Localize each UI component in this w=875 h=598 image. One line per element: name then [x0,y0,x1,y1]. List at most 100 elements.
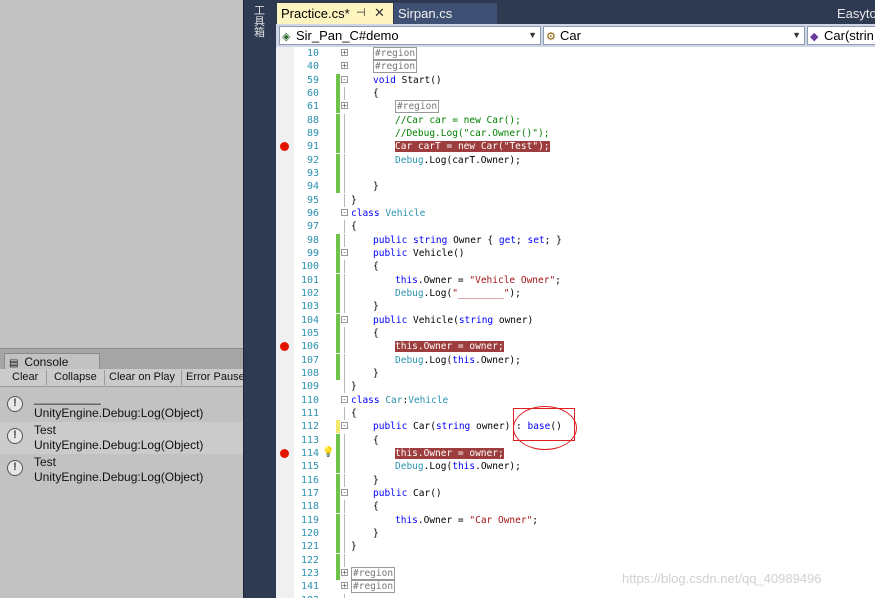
code-line[interactable]: 93 [276,166,875,180]
code-line[interactable]: 10 + #region [276,47,875,60]
close-icon[interactable]: ✕ [374,5,385,21]
code-line[interactable]: 96 - class Vehicle [276,207,875,220]
breakpoint-icon[interactable] [280,342,289,352]
tab-sirpan-cs[interactable]: Sirpan.cs [394,3,497,24]
code-line[interactable]: 102 Debug.Log("________"); [276,286,875,300]
expand-icon[interactable]: + [341,582,348,590]
breakpoint-icon[interactable] [280,448,289,458]
code-line[interactable]: 118 { [276,500,875,514]
code-line[interactable]: 116} [276,473,875,487]
code-line[interactable]: 182 [276,593,875,598]
change-indicator [336,353,340,367]
pin-icon[interactable]: ⊣ [356,6,366,19]
code-text: class Vehicle [351,207,426,219]
code-line[interactable]: 61 + #region [276,100,875,114]
collapse-icon[interactable]: - [341,315,348,323]
collapse-icon[interactable]: - [341,488,348,496]
class-dropdown[interactable]: ⚙ Car ▼ [543,26,805,45]
code-line[interactable]: 105 { [276,326,875,340]
change-indicator [336,340,340,354]
expand-icon[interactable]: + [341,49,348,57]
code-line[interactable]: 115 Debug.Log(this.Owner); [276,460,875,474]
code-line[interactable]: 111 { [276,406,875,420]
line-number: 113 [300,434,319,446]
collapsed-region[interactable]: #region [351,580,396,594]
clear-button[interactable]: Clear [9,370,47,385]
code-line[interactable]: 97 { [276,220,875,234]
code-text: { [373,327,379,339]
outline-guide [344,300,345,314]
console-log-list: ! __________ UnityEngine.Debug:Log(Objec… [0,387,243,598]
code-line[interactable]: 40 + #region [276,60,875,74]
info-icon: ! [7,428,23,444]
change-indicator [336,566,340,580]
line-number: 120 [300,527,319,539]
code-text: public Vehicle() [373,247,465,259]
change-indicator [336,166,340,180]
code-line[interactable]: 101 this.Owner = "Vehicle Owner"; [276,273,875,287]
log-entry[interactable]: ! Test UnityEngine.Debug:Log(Object) [0,422,243,454]
code-line[interactable]: 94} [276,180,875,194]
code-line[interactable]: 108} [276,366,875,380]
tab-practice-cs[interactable]: Practice.cs* ⊣ ✕ [277,3,393,24]
code-line[interactable]: 91 Car carT = new Car("Test"); [276,140,875,154]
code-text: this.Owner = owner; [395,447,504,460]
code-text: } [351,541,357,553]
code-line[interactable]: 120} [276,526,875,540]
code-line[interactable]: 117 - public Car() [276,486,875,500]
code-line[interactable]: 88 //Car car = new Car(); [276,113,875,127]
breakpoint-icon[interactable] [280,142,289,152]
error-pause-button[interactable]: Error Pause [183,370,245,385]
collapse-icon[interactable]: - [341,75,348,83]
code-line[interactable]: 100 { [276,260,875,274]
code-text: { [373,501,379,513]
collapsed-region[interactable]: #region [395,100,440,114]
collapsed-region[interactable]: #region [373,60,418,74]
line-number: 102 [300,287,319,299]
collapsed-region[interactable]: #region [351,566,396,580]
code-line[interactable]: 106 this.Owner = owner; [276,340,875,354]
collapse-icon[interactable]: - [341,248,348,256]
collapse-button[interactable]: Collapse [51,370,105,385]
code-line[interactable]: 109} [276,380,875,394]
outline-guide [344,220,345,234]
collapse-icon[interactable]: - [341,422,348,430]
expand-icon[interactable]: + [341,102,348,110]
code-text: #region [351,566,396,580]
log-entry[interactable]: ! Test UnityEngine.Debug:Log(Object) [0,454,243,486]
lightbulb-icon[interactable]: 💡 [322,447,334,458]
tab-console[interactable]: ▤ Console [4,353,100,370]
expand-icon[interactable]: + [341,568,348,576]
code-line[interactable]: 60 { [276,86,875,100]
code-line[interactable]: 113 { [276,433,875,447]
code-line[interactable]: 103} [276,300,875,314]
code-line[interactable]: 122 [276,553,875,567]
code-line[interactable]: 89 //Debug.Log("car.Owner()"); [276,126,875,140]
toolbox-tab[interactable]: 工具箱 [254,6,266,39]
outline-guide [344,153,345,167]
code-line[interactable]: 107 Debug.Log(this.Owner); [276,353,875,367]
code-line[interactable]: 59 - void Start() [276,73,875,87]
code-line[interactable]: 92 Debug.Log(carT.Owner); [276,153,875,167]
collapsed-region[interactable]: #region [373,47,418,60]
log-entry[interactable]: ! __________ UnityEngine.Debug:Log(Objec… [0,390,243,422]
watermark: https://blog.csdn.net/qq_40989496 [622,571,822,586]
code-line[interactable]: 114 💡 this.Owner = owner; [276,446,875,460]
code-line[interactable]: 119 this.Owner = "Car Owner"; [276,513,875,527]
collapse-icon[interactable]: - [341,208,348,216]
code-line[interactable]: 121} [276,540,875,554]
project-dropdown[interactable]: ◈ Sir_Pan_C#demo ▼ [279,26,541,45]
collapse-icon[interactable]: - [341,395,348,403]
member-dropdown[interactable]: ◆ Car(strin [807,26,875,45]
code-line[interactable]: 95} [276,193,875,207]
code-editor[interactable]: 10 + #region 40 + #region 59- void Start() 60{61… [276,47,875,598]
change-indicator [336,313,340,327]
code-line[interactable]: 98 public string Owner { get; set; } [276,233,875,247]
expand-icon[interactable]: + [341,62,348,70]
code-line[interactable]: 110 - class Car:Vehicle [276,394,875,407]
clear-on-play-button[interactable]: Clear on Play [106,370,182,385]
code-line[interactable]: 104 - public Vehicle(string owner) [276,313,875,327]
code-line[interactable]: 99 - public Vehicle() [276,246,875,260]
code-text: #region [373,60,418,74]
line-number: 88 [306,114,319,126]
